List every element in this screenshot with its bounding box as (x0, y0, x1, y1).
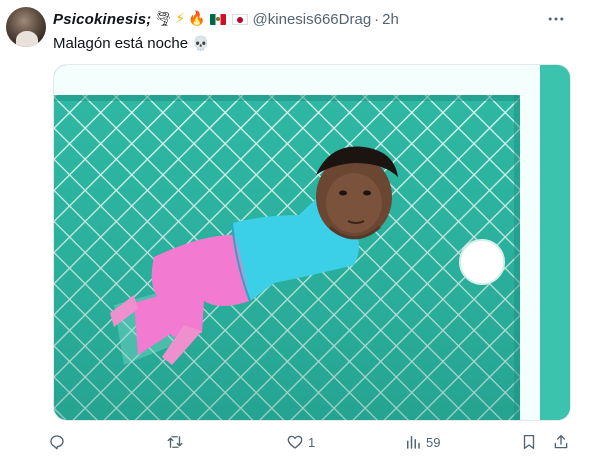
tweet-text-body: Malagón está noche (53, 35, 189, 52)
views-count: 59 (426, 434, 441, 450)
avatar[interactable] (6, 7, 46, 47)
mexico-flag (209, 13, 226, 25)
retweet-icon (167, 436, 183, 448)
bookmark-icon (523, 434, 535, 450)
lightning-emoji: ⚡ (175, 11, 186, 27)
share-icon (554, 434, 568, 449)
tornado-emoji: 🌪 (154, 11, 173, 27)
japan-flag (231, 13, 248, 25)
tweet-text: Malagón está noche 💀 (53, 35, 210, 52)
views-icon (407, 436, 420, 449)
display-name[interactable]: Psicokinesis; (53, 11, 151, 28)
user-handle[interactable]: @kinesis666Drag (253, 11, 372, 28)
more-options-button[interactable] (542, 8, 570, 30)
more-icon (548, 17, 564, 21)
timestamp[interactable]: 2h (382, 11, 399, 28)
tweet-header: Psicokinesis; 🌪 ⚡ 🔥 @kinesis666Drag · 2h (53, 9, 399, 29)
bookmark-button[interactable] (520, 428, 538, 456)
separator-dot: · (374, 10, 380, 28)
cartoon-goalkeeper-image (54, 65, 570, 420)
heart-icon (287, 435, 303, 449)
retweet-button[interactable] (166, 428, 188, 456)
share-button[interactable] (552, 428, 570, 456)
like-count: 1 (308, 434, 316, 450)
skull-emoji: 💀 (192, 36, 210, 52)
fire-emoji: 🔥 (188, 11, 206, 27)
views-button[interactable]: 59 (404, 428, 440, 456)
tweet-image[interactable] (53, 64, 571, 421)
like-button[interactable]: 1 (286, 428, 315, 456)
reply-button[interactable] (48, 428, 70, 456)
tweet-actions: 1 59 (48, 428, 582, 456)
reply-icon (50, 435, 64, 450)
